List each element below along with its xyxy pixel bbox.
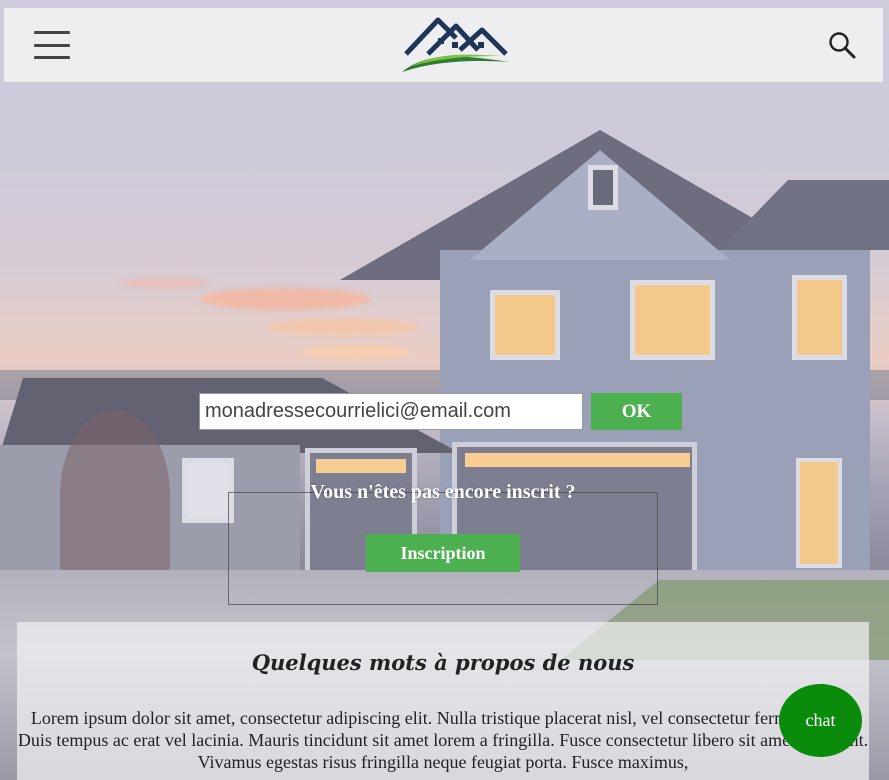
- ok-button[interactable]: OK: [591, 393, 682, 430]
- chat-button[interactable]: chat: [779, 684, 862, 757]
- about-text: Lorem ipsum dolor sit amet, consectetur …: [17, 708, 869, 772]
- about-section: Quelques mots à propos de nous Lorem ips…: [17, 622, 869, 780]
- signup-question: Vous n'êtes pas encore inscrit ?: [310, 481, 576, 503]
- signup-button[interactable]: Inscription: [366, 534, 520, 572]
- about-title: Quelques mots à propos de nous: [251, 650, 635, 675]
- hamburger-menu-icon[interactable]: [34, 31, 70, 59]
- site-header: [4, 8, 883, 82]
- search-icon[interactable]: [827, 30, 857, 60]
- house-logo-icon[interactable]: [398, 10, 514, 78]
- email-input[interactable]: [199, 393, 583, 430]
